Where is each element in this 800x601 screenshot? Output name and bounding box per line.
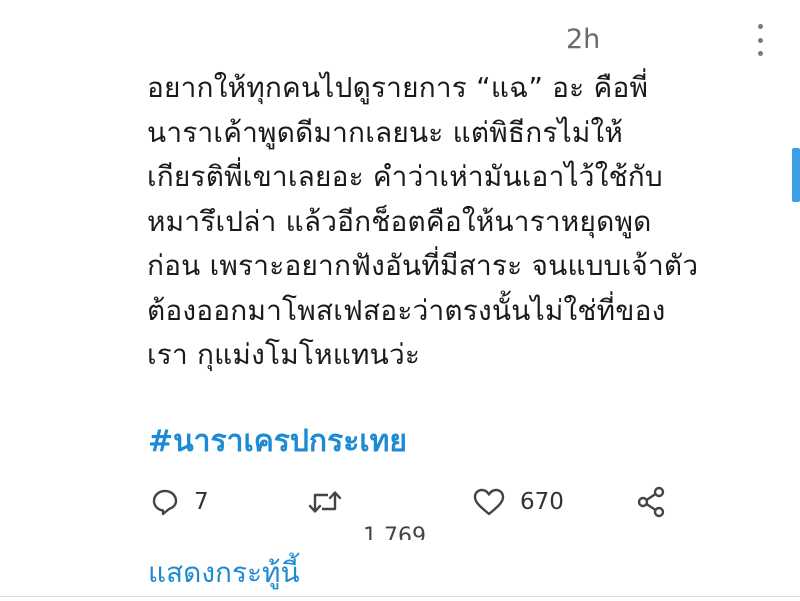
tweet-text: อยากให้ทุกคนไปดูรายการ “แฉ” อะ คือพี่ นา…: [147, 71, 699, 371]
scrollbar-thumb[interactable]: [792, 148, 800, 202]
tweet-timestamp[interactable]: 2h: [566, 22, 600, 58]
overflow-dot: [757, 37, 763, 43]
reply-count: 7: [194, 489, 209, 515]
share-icon: [637, 486, 665, 518]
retweet-icon: [308, 491, 342, 513]
share-button[interactable]: [636, 480, 668, 524]
divider: [0, 596, 800, 597]
like-button[interactable]: 670: [472, 480, 564, 524]
like-count: 670: [520, 489, 564, 515]
heart-icon: [473, 488, 505, 516]
tweet-card: 2h อยากให้ทุกคนไปดูรายการ “แฉ” อะ คือพี่…: [0, 0, 800, 601]
show-thread-link[interactable]: แสดงกระทู้นี้: [148, 553, 300, 593]
overflow-dot: [757, 24, 763, 29]
reply-icon: [152, 489, 178, 516]
hashtag-link[interactable]: #นาราเครปกระเทย: [148, 422, 407, 462]
more-vertical-icon[interactable]: [752, 24, 768, 56]
retweet-count: 1,769: [363, 524, 426, 540]
retweet-button[interactable]: [308, 480, 342, 524]
overflow-dot: [757, 51, 763, 56]
tweet-actions: 7 670: [148, 480, 708, 524]
reply-button[interactable]: 7: [150, 480, 209, 524]
